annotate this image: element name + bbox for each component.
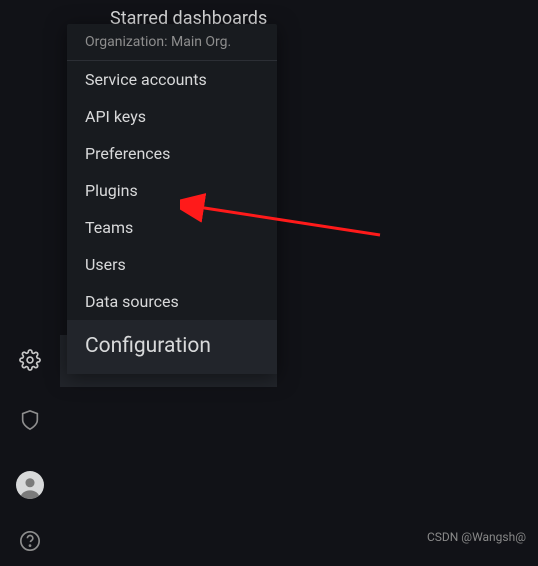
avatar-icon[interactable] <box>0 460 60 510</box>
menu-users[interactable]: Users <box>67 246 277 283</box>
menu-preferences[interactable]: Preferences <box>67 135 277 172</box>
watermark: CSDN @Wangsh@ <box>427 530 526 544</box>
gear-icon[interactable] <box>0 335 60 385</box>
menu-plugins[interactable]: Plugins <box>67 172 277 209</box>
menu-api-keys[interactable]: API keys <box>67 98 277 135</box>
menu-teams[interactable]: Teams <box>67 209 277 246</box>
menu-service-accounts[interactable]: Service accounts <box>67 61 277 98</box>
shield-icon[interactable] <box>0 395 60 445</box>
help-icon[interactable] <box>0 516 60 566</box>
left-sidebar <box>0 0 60 554</box>
menu-configuration[interactable]: Configuration <box>67 320 277 374</box>
config-popover: Organization: Main Org. Service accounts… <box>67 24 277 374</box>
menu-data-sources[interactable]: Data sources <box>67 283 277 320</box>
popover-org-header: Organization: Main Org. <box>67 24 277 61</box>
